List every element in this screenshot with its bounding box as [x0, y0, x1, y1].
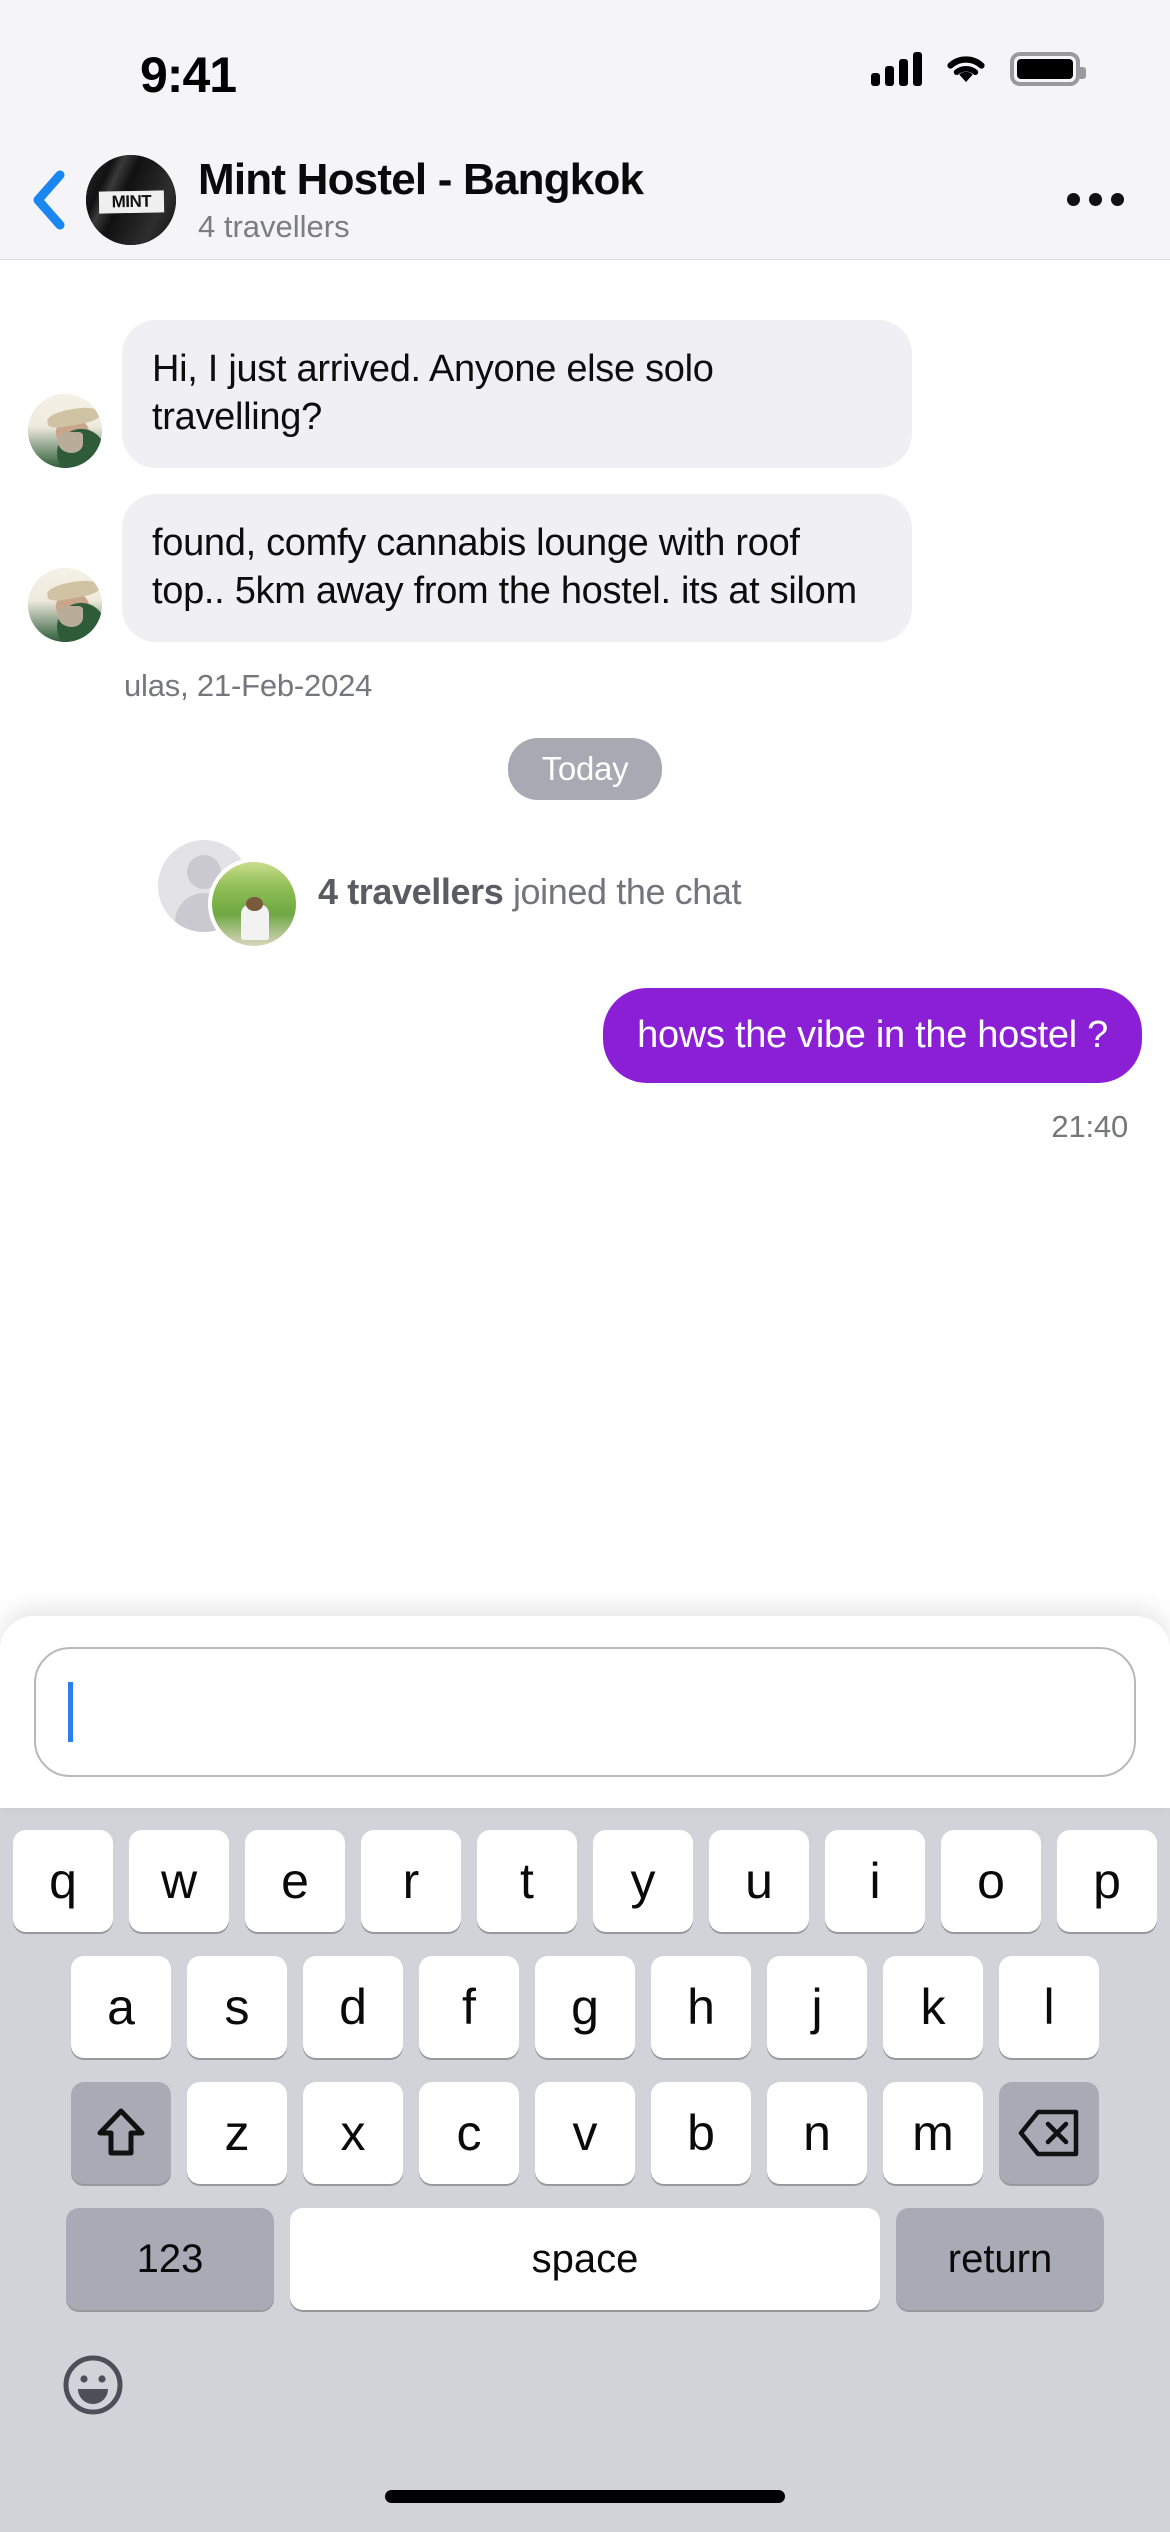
key-n[interactable]: n	[767, 2082, 867, 2184]
home-indicator[interactable]	[385, 2489, 785, 2503]
system-event-text: 4 travellers joined the chat	[318, 870, 742, 913]
emoji-smiley-icon[interactable]	[62, 2354, 124, 2416]
joined-avatars[interactable]	[158, 839, 318, 950]
key-s[interactable]: s	[187, 1956, 287, 2058]
key-b[interactable]: b	[651, 2082, 751, 2184]
message-list[interactable]: Hi, I just arrived. Anyone else solo tra…	[0, 260, 1170, 1616]
day-divider: Today	[28, 737, 1142, 800]
message-timestamp: 21:40	[1051, 1109, 1128, 1145]
key-h[interactable]: h	[651, 1956, 751, 2058]
message-bubble-outgoing[interactable]: hows the vibe in the hostel ?	[603, 987, 1142, 1084]
phone-screen: 9:41 MINT Mint Hostel - Bangkok 4 travel…	[0, 0, 1170, 2532]
chat-header-text[interactable]: Mint Hostel - Bangkok 4 travellers	[198, 155, 1060, 244]
status-bar: 9:41	[0, 0, 1170, 140]
avatar	[208, 857, 300, 950]
home-indicator-area	[0, 2460, 1170, 2532]
keyboard-row-2: a s d f g h j k l	[12, 1956, 1158, 2058]
battery-full-icon	[1010, 52, 1086, 86]
avatar[interactable]	[28, 567, 102, 642]
key-o[interactable]: o	[941, 1830, 1041, 1932]
chat-subtitle: 4 travellers	[198, 208, 350, 244]
chat-header: MINT Mint Hostel - Bangkok 4 travellers	[0, 140, 1170, 260]
system-event-joined: 4 travellers joined the chat	[158, 839, 1142, 950]
message-row-incoming-2: found, comfy cannabis lounge with roof t…	[28, 493, 1142, 642]
key-j[interactable]: j	[767, 1956, 867, 2058]
key-t[interactable]: t	[477, 1830, 577, 1932]
key-v[interactable]: v	[535, 2082, 635, 2184]
day-divider-label: Today	[507, 737, 663, 800]
keyboard-row-1: q w e r t y u i o p	[12, 1830, 1158, 1932]
shift-up-arrow-icon[interactable]	[71, 2082, 171, 2184]
key-u[interactable]: u	[709, 1830, 809, 1932]
message-bubble[interactable]: found, comfy cannabis lounge with roof t…	[122, 493, 912, 642]
message-meta: ulas, 21-Feb-2024	[124, 667, 373, 703]
key-c[interactable]: c	[419, 2082, 519, 2184]
cellular-signal-icon	[871, 52, 922, 86]
key-a[interactable]: a	[71, 1956, 171, 2058]
message-input[interactable]	[34, 1647, 1136, 1777]
key-p[interactable]: p	[1057, 1830, 1157, 1932]
page-title: Mint Hostel - Bangkok	[198, 155, 644, 205]
more-options-icon[interactable]	[1060, 170, 1130, 230]
numbers-key[interactable]: 123	[66, 2208, 274, 2310]
backspace-delete-icon[interactable]	[999, 2082, 1099, 2184]
chat-avatar[interactable]: MINT	[86, 154, 176, 245]
message-row-incoming-1: Hi, I just arrived. Anyone else solo tra…	[28, 320, 1142, 468]
status-bar-time: 9:41	[140, 47, 237, 103]
key-z[interactable]: z	[187, 2082, 287, 2184]
key-m[interactable]: m	[883, 2082, 983, 2184]
return-key[interactable]: return	[896, 2208, 1104, 2310]
key-x[interactable]: x	[303, 2082, 403, 2184]
keyboard-bottom-bar	[12, 2310, 1158, 2460]
on-screen-keyboard[interactable]: q w e r t y u i o p a s d f g h j k l z …	[0, 1808, 1170, 2460]
wifi-icon	[944, 52, 988, 86]
space-key[interactable]: space	[290, 2208, 880, 2310]
message-bubble[interactable]: Hi, I just arrived. Anyone else solo tra…	[122, 320, 912, 468]
key-q[interactable]: q	[13, 1830, 113, 1932]
system-event-suffix: joined the chat	[503, 870, 742, 912]
key-k[interactable]: k	[883, 1956, 983, 2058]
text-caret	[68, 1682, 73, 1742]
message-row-outgoing: hows the vibe in the hostel ?	[28, 987, 1142, 1084]
chat-avatar-label: MINT	[98, 189, 164, 213]
composer-bar	[0, 1616, 1170, 1808]
key-f[interactable]: f	[419, 1956, 519, 2058]
key-r[interactable]: r	[361, 1830, 461, 1932]
key-e[interactable]: e	[245, 1830, 345, 1932]
key-g[interactable]: g	[535, 1956, 635, 2058]
keyboard-row-3: z x c v b n m	[12, 2082, 1158, 2184]
key-y[interactable]: y	[593, 1830, 693, 1932]
back-chevron-icon[interactable]	[18, 169, 80, 231]
system-event-count: 4 travellers	[318, 870, 504, 912]
status-bar-indicators	[871, 52, 1086, 86]
keyboard-row-4: 123 space return	[12, 2208, 1158, 2310]
key-l[interactable]: l	[999, 1956, 1099, 2058]
key-d[interactable]: d	[303, 1956, 403, 2058]
avatar[interactable]	[28, 393, 102, 468]
key-i[interactable]: i	[825, 1830, 925, 1932]
key-w[interactable]: w	[129, 1830, 229, 1932]
